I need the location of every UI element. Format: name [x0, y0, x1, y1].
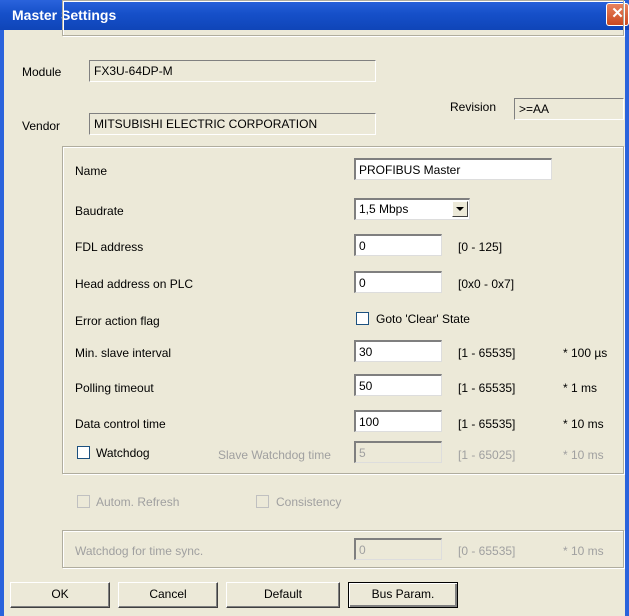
data-control-time-label: Data control time [75, 417, 166, 431]
head-address-label: Head address on PLC [75, 277, 194, 291]
bus-param-button[interactable]: Bus Param. [348, 582, 458, 608]
autom-refresh-label: Autom. Refresh [96, 495, 180, 509]
polling-timeout-range: [1 - 65535] [458, 381, 516, 395]
min-slave-interval-range: [1 - 65535] [458, 346, 516, 360]
cancel-button[interactable]: Cancel [118, 582, 218, 608]
chevron-down-icon[interactable] [452, 201, 468, 217]
polling-timeout-label: Polling timeout [75, 381, 154, 395]
revision-label: Revision [450, 100, 497, 114]
goto-clear-checkbox[interactable] [356, 312, 369, 325]
polling-timeout-input[interactable] [354, 374, 442, 396]
baudrate-value: 1,5 Mbps [359, 202, 409, 216]
window-border-left [0, 30, 4, 616]
revision-field: >=AA [514, 98, 624, 120]
head-address-range: [0x0 - 0x7] [458, 277, 515, 291]
baudrate-label: Baudrate [75, 204, 124, 218]
ok-button[interactable]: OK [10, 582, 110, 608]
time-sync-input[interactable] [354, 538, 442, 560]
slave-watchdog-input[interactable] [354, 441, 442, 463]
autom-refresh-checkbox[interactable] [77, 495, 90, 508]
name-input[interactable] [354, 158, 552, 180]
vendor-field: MITSUBISHI ELECTRIC CORPORATION [89, 113, 376, 135]
data-control-time-unit: * 10 ms [563, 417, 604, 431]
min-slave-interval-label: Min. slave interval [75, 346, 172, 360]
data-control-time-input[interactable] [354, 410, 442, 432]
fdl-address-input[interactable] [354, 234, 442, 256]
vendor-label: Vendor [22, 119, 61, 133]
goto-clear-label: Goto 'Clear' State [376, 312, 470, 326]
fdl-address-label: FDL address [75, 240, 144, 254]
error-action-label: Error action flag [75, 314, 160, 328]
time-sync-range: [0 - 65535] [458, 544, 516, 558]
min-slave-interval-input[interactable] [354, 340, 442, 362]
module-label: Module [22, 65, 62, 79]
module-field: FX3U-64DP-M [89, 60, 376, 82]
refresh-group [62, 0, 624, 36]
polling-timeout-unit: * 1 ms [563, 381, 598, 395]
fdl-address-range: [0 - 125] [458, 240, 503, 254]
name-label: Name [75, 164, 108, 178]
slave-watchdog-range: [1 - 65025] [458, 448, 516, 462]
watchdog-label: Watchdog [96, 446, 150, 460]
baudrate-select[interactable]: 1,5 Mbps [354, 198, 470, 220]
watchdog-checkbox[interactable] [77, 446, 90, 459]
time-sync-unit: * 10 ms [563, 544, 604, 558]
time-sync-label: Watchdog for time sync. [75, 544, 204, 558]
window-border-right [625, 30, 629, 616]
consistency-checkbox[interactable] [256, 495, 269, 508]
slave-watchdog-unit: * 10 ms [563, 448, 604, 462]
data-control-time-range: [1 - 65535] [458, 417, 516, 431]
min-slave-interval-unit: * 100 µs [563, 346, 608, 360]
consistency-label: Consistency [276, 495, 342, 509]
head-address-input[interactable] [354, 271, 442, 293]
slave-watchdog-label: Slave Watchdog time [218, 448, 331, 462]
default-button[interactable]: Default [226, 582, 340, 608]
